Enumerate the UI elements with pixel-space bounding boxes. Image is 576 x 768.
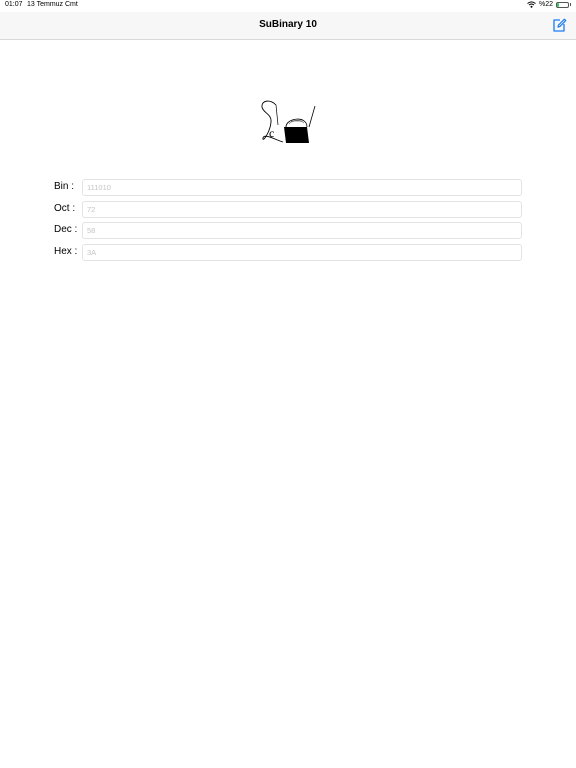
dec-row: Dec : [54, 222, 522, 239]
battery-icon [556, 1, 569, 8]
hex-input[interactable] [82, 243, 522, 261]
bin-input[interactable] [82, 179, 522, 196]
dec-input[interactable] [82, 222, 522, 239]
navigation-bar: SuBinary 10 [0, 12, 576, 40]
logo-glyph: c [269, 126, 274, 140]
bin-row: Bin : [54, 179, 522, 196]
logo-image: c [261, 100, 316, 143]
wifi-icon [527, 1, 536, 8]
oct-label: Oct : [54, 202, 76, 214]
hex-row: Hex : [54, 243, 522, 261]
status-time: 01:07 [5, 1, 23, 8]
hex-label: Hex : [54, 245, 78, 257]
status-date: 13 Temmuz Cmt [27, 1, 78, 8]
oct-input[interactable] [82, 200, 522, 218]
status-bar: 01:07 13 Temmuz Cmt %22 [0, 0, 576, 12]
battery-tip [570, 3, 571, 6]
status-right-group: %22 [527, 1, 571, 8]
dec-label: Dec : [54, 224, 78, 235]
battery-percentage: %22 [538, 1, 553, 8]
app-logo: c [258, 98, 318, 146]
page-title: SuBinary 10 [259, 19, 317, 30]
compose-button[interactable] [551, 17, 567, 33]
conversion-form: Bin : Oct : Dec : Hex : [54, 179, 522, 265]
battery-fill [557, 2, 560, 7]
bin-label: Bin : [54, 181, 75, 192]
oct-row: Oct : [54, 200, 522, 218]
compose-icon [553, 18, 567, 32]
